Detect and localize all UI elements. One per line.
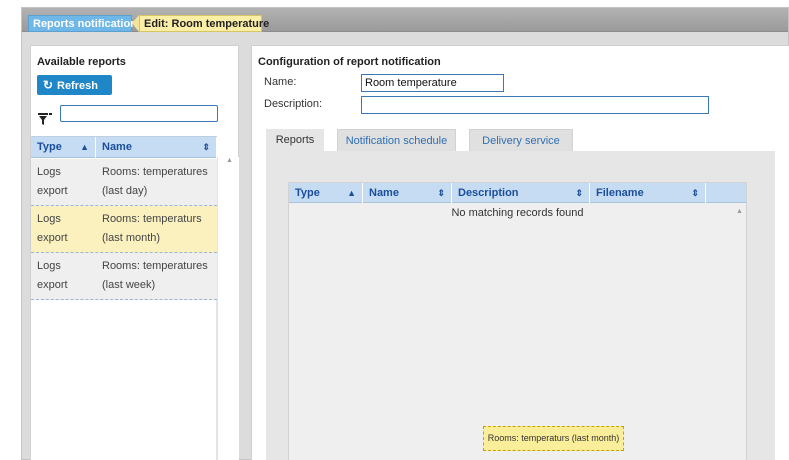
breadcrumb-root-link[interactable]: Reports notification (28, 15, 137, 32)
table-row[interactable]: Logs export Rooms: temperaturs (last month… (31, 206, 217, 253)
sort-icon: ⇕ (691, 188, 699, 198)
report-grid-header: Type ▲ Name ⇕ Description ⇕ Filename ⇕ (289, 183, 746, 203)
column-header-description-label: Description (458, 187, 519, 199)
reports-table-header: Type ▲ Name ⇕ (31, 136, 217, 158)
scroll-up-icon[interactable]: ▲ (736, 208, 743, 215)
row-name: (last day) (102, 185, 148, 197)
row-type: Logs (37, 213, 61, 225)
tab-delivery-service[interactable]: Delivery service (469, 129, 573, 151)
breadcrumb-separator (132, 15, 139, 32)
row-type: Logs (37, 260, 61, 272)
row-name: Rooms: temperatures (102, 166, 208, 178)
name-label: Name: (264, 76, 297, 88)
row-type: export (37, 232, 68, 244)
breadcrumb: Reports notification Edit: Room temperat… (22, 8, 788, 32)
sort-asc-icon: ▲ (80, 142, 89, 152)
table-empty-area (31, 300, 217, 460)
column-header-type[interactable]: Type ▲ (31, 137, 96, 158)
sort-asc-icon: ▲ (347, 188, 356, 198)
scroll-up-icon[interactable]: ▲ (226, 157, 233, 164)
row-type: export (37, 279, 68, 291)
refresh-button[interactable]: ↻ Refresh (37, 75, 112, 95)
configuration-title: Configuration of report notification (258, 56, 441, 68)
tab-reports[interactable]: Reports (266, 129, 324, 151)
row-name: (last week) (102, 279, 156, 291)
empty-grid-message: No matching records found (451, 207, 584, 219)
row-type: Logs (37, 166, 61, 178)
column-header-filename-label: Filename (596, 187, 644, 199)
row-name: Rooms: temperatures (102, 260, 208, 272)
filter-icon (38, 113, 52, 125)
sort-icon: ⇕ (575, 188, 583, 198)
column-header-name[interactable]: Name ⇕ (96, 137, 217, 158)
name-input[interactable] (361, 74, 504, 92)
app-frame: Reports notification Edit: Room temperat… (21, 7, 789, 460)
sort-icon: ⇕ (437, 188, 445, 198)
column-header-filename[interactable]: Filename ⇕ (590, 183, 706, 203)
row-name: (last month) (102, 232, 161, 244)
column-header-name[interactable]: Name ⇕ (363, 183, 452, 203)
filter-input[interactable] (60, 105, 218, 122)
refresh-label: Refresh (57, 80, 98, 92)
report-grid: Type ▲ Name ⇕ Description ⇕ Filename ⇕ N… (288, 182, 747, 460)
description-label: Description: (264, 98, 323, 110)
table-row[interactable]: Logs export Rooms: temperatures (last day) (31, 159, 217, 206)
description-input[interactable] (361, 96, 709, 114)
row-type: export (37, 185, 68, 197)
column-header-type-label: Type (37, 141, 62, 153)
configuration-panel: Configuration of report notification Nam… (251, 45, 789, 460)
column-header-type-label: Type (295, 187, 320, 199)
reports-table-scrollbar[interactable]: ▲ (217, 157, 239, 460)
refresh-icon: ↻ (43, 78, 54, 92)
sort-icon: ⇕ (202, 142, 210, 152)
column-header-name-label: Name (102, 141, 132, 153)
table-row[interactable]: Logs export Rooms: temperatures (last week… (31, 253, 217, 300)
column-header-description[interactable]: Description ⇕ (452, 183, 590, 203)
available-reports-panel: Available reports ↻ Refresh Type ▲ Name ⇕… (30, 45, 239, 460)
column-header-type[interactable]: Type ▲ (289, 183, 363, 203)
column-header-name-label: Name (369, 187, 399, 199)
tab-notification-schedule[interactable]: Notification schedule (337, 129, 456, 151)
drag-tooltip: Rooms: temperaturs (last month) (483, 426, 624, 451)
available-reports-title: Available reports (37, 56, 126, 68)
row-name: Rooms: temperaturs (102, 213, 202, 225)
breadcrumb-current: Edit: Room temperature (139, 15, 269, 32)
